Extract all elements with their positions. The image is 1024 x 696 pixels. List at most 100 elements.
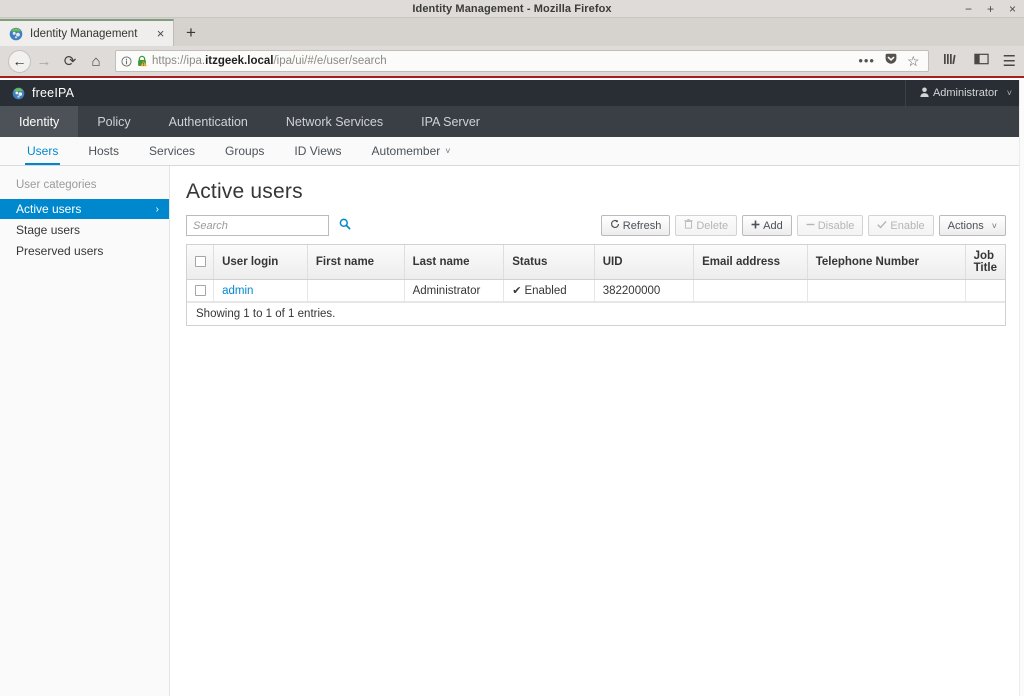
browser-tab[interactable]: Identity Management × xyxy=(0,19,174,46)
chevron-right-icon: › xyxy=(155,203,159,215)
hamburger-menu-icon[interactable]: ☰ xyxy=(1003,54,1016,69)
search-icon[interactable] xyxy=(339,218,351,233)
user-login-link[interactable]: admin xyxy=(222,285,253,297)
lock-warning-icon[interactable] xyxy=(136,55,148,67)
cell-telephone-number xyxy=(807,279,966,302)
brand[interactable]: freeIPA xyxy=(12,86,74,100)
minimize-button[interactable]: − xyxy=(963,3,974,15)
actions-button[interactable]: Actions ˅ xyxy=(938,215,1006,236)
url-text: https://ipa.itzgeek.local/ipa/ui/#/e/use… xyxy=(152,55,858,67)
back-button[interactable]: ← xyxy=(8,49,31,73)
cell-status: ✔ Enabled xyxy=(503,279,595,302)
nav-item-authentication[interactable]: Authentication xyxy=(150,106,267,137)
close-window-button[interactable]: × xyxy=(1007,3,1018,15)
table-body: admin Administrator ✔ Enabled 382200000 xyxy=(187,279,1005,302)
new-tab-button[interactable]: + xyxy=(186,24,196,41)
user-icon xyxy=(920,87,929,100)
nav-item-ipa-server[interactable]: IPA Server xyxy=(402,106,499,137)
sidebar-item-active-users[interactable]: Active users › xyxy=(0,199,169,219)
col-header-uid[interactable]: UID xyxy=(594,245,695,280)
disable-button[interactable]: Disable xyxy=(796,215,864,236)
col-header-email-address[interactable]: Email address xyxy=(693,245,808,280)
col-header-first-name[interactable]: First name xyxy=(307,245,405,280)
tab-services[interactable]: Services xyxy=(134,137,210,165)
search-input[interactable] xyxy=(193,219,336,232)
url-bar[interactable]: https://ipa.itzgeek.local/ipa/ui/#/e/use… xyxy=(115,50,929,72)
brand-name: freeIPA xyxy=(32,86,75,100)
browser-window: Identity Management - Mozilla Firefox − … xyxy=(0,0,1024,696)
check-icon xyxy=(877,220,887,232)
pocket-icon[interactable] xyxy=(884,52,898,71)
url-domain: itzgeek.local xyxy=(205,55,274,67)
row-checkbox[interactable] xyxy=(194,284,206,296)
page-title: Active users xyxy=(186,180,303,203)
delete-label: Delete xyxy=(696,219,729,232)
delete-button[interactable]: Delete xyxy=(675,215,738,236)
sidebar-item-preserved-users[interactable]: Preserved users xyxy=(0,241,169,261)
minus-icon xyxy=(806,220,815,232)
nav-item-identity[interactable]: Identity xyxy=(0,106,79,137)
sidebar-heading: User categories xyxy=(16,179,97,191)
add-button[interactable]: Add xyxy=(742,215,792,236)
trash-icon xyxy=(684,219,693,232)
forward-button[interactable]: → xyxy=(31,48,57,74)
user-menu[interactable]: Administrator ˅ xyxy=(904,80,1024,106)
nav-item-network-services[interactable]: Network Services xyxy=(267,106,402,137)
page-actions-icon[interactable]: ••• xyxy=(858,54,875,67)
primary-nav: Identity Policy Authentication Network S… xyxy=(0,106,1024,137)
cell-job-title xyxy=(965,279,1005,302)
cell-user-login[interactable]: admin xyxy=(213,279,308,302)
action-toolbar: Refresh Delete Add Disable Enable Action… xyxy=(600,215,1006,236)
col-header-status[interactable]: Status xyxy=(503,245,595,280)
main-content: Active users Search Refresh Delete Add D… xyxy=(170,166,1024,696)
col-header-job-title[interactable]: Job Title xyxy=(965,245,1005,280)
refresh-icon xyxy=(610,219,620,232)
page-right-edge xyxy=(1019,80,1024,696)
col-header-user-login[interactable]: User login xyxy=(213,245,308,280)
nav-item-policy[interactable]: Policy xyxy=(78,106,149,137)
tab-strip: Identity Management × + xyxy=(0,18,1024,46)
bookmark-star-icon[interactable]: ☆ xyxy=(907,54,920,68)
tab-groups[interactable]: Groups xyxy=(210,137,279,165)
select-all-checkbox[interactable] xyxy=(194,256,206,268)
table-row[interactable]: admin Administrator ✔ Enabled 382200000 xyxy=(187,279,1005,302)
sidebar-icon[interactable] xyxy=(973,52,989,71)
freeipa-app: freeIPA Administrator ˅ Identity Policy … xyxy=(0,80,1024,696)
tab-automember[interactable]: Automember ˅ xyxy=(357,137,466,165)
cell-last-name: Administrator xyxy=(404,279,505,302)
tab-title: Identity Management xyxy=(30,27,138,40)
chevron-down-icon: ˅ xyxy=(445,146,451,156)
app-header: freeIPA Administrator ˅ xyxy=(0,80,1024,106)
user-menu-label: Administrator xyxy=(932,87,998,99)
enable-button[interactable]: Enable xyxy=(868,215,934,236)
library-icon[interactable] xyxy=(943,52,960,71)
info-circle-icon[interactable] xyxy=(121,55,132,67)
table-footer: Showing 1 to 1 of 1 entries. xyxy=(187,302,1005,325)
chevron-down-icon: ˅ xyxy=(1006,88,1012,98)
tab-automember-label: Automember xyxy=(371,144,441,158)
sidebar-item-label: Active users xyxy=(16,202,82,216)
search-box[interactable] xyxy=(186,215,351,236)
freeipa-favicon-icon xyxy=(9,27,23,41)
refresh-button[interactable]: Refresh xyxy=(600,215,671,236)
tab-hosts[interactable]: Hosts xyxy=(73,137,134,165)
home-button[interactable]: ⌂ xyxy=(83,48,109,74)
cell-uid: 382200000 xyxy=(594,279,695,302)
maximize-button[interactable]: + xyxy=(985,3,996,15)
add-label: Add xyxy=(763,219,783,232)
url-bar-actions: ••• ☆ xyxy=(858,52,922,71)
table-head: User login First name Last name Status U… xyxy=(187,245,1005,280)
tab-id-views[interactable]: ID Views xyxy=(279,137,356,165)
url-path: /ipa/ui/#/e/user/search xyxy=(273,55,387,67)
tab-close-icon[interactable]: × xyxy=(154,27,167,40)
plus-icon xyxy=(751,220,760,232)
sidebar-item-label: Preserved users xyxy=(16,244,104,258)
window-controls: − + × xyxy=(963,0,1018,18)
tab-users[interactable]: Users xyxy=(12,137,73,165)
sidebar-item-stage-users[interactable]: Stage users xyxy=(0,220,169,240)
reload-button[interactable]: ⟳ xyxy=(57,48,83,74)
col-header-telephone-number[interactable]: Telephone Number xyxy=(807,245,966,280)
col-header-last-name[interactable]: Last name xyxy=(404,245,505,280)
select-all-header xyxy=(187,245,215,280)
chevron-down-icon: ˅ xyxy=(991,220,997,231)
